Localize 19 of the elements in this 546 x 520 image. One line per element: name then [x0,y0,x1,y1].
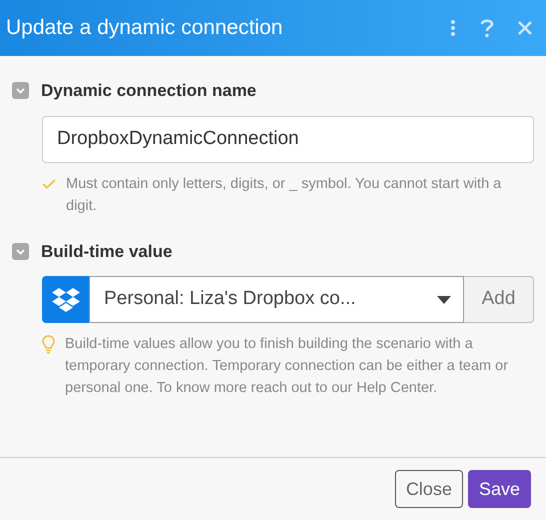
dropdown-caret-icon [437,296,451,304]
connection-select[interactable]: Personal: Liza's Dropbox co... [89,276,464,323]
window-title: Update a dynamic connection [6,15,284,42]
lightbulb-icon [42,335,55,354]
hint-text: Must contain only letters, digits, or _ symbol. You cannot start with a digit. [66,174,502,216]
collapse-toggle[interactable] [12,242,29,260]
collapse-toggle[interactable] [12,82,29,100]
check-icon [42,178,56,190]
close-icon[interactable] [518,21,532,35]
save-button[interactable]: Save [468,470,531,508]
help-icon[interactable] [480,18,494,38]
close-button[interactable]: Close [394,470,463,508]
hint-text: Build-time values allow you to finish building the scenario with a temporary connection. Temporary connection can be either a team or personal one. To know more reach out to our Help Center. [65,335,510,398]
dropbox-logo-icon [52,286,80,312]
more-icon[interactable] [450,19,456,37]
text-field[interactable]: DropboxDynamicConnection [42,116,534,162]
add-button[interactable]: Add [464,276,534,323]
field-label: Build-time value [41,240,172,262]
field-label: Dynamic connection name [41,80,256,102]
